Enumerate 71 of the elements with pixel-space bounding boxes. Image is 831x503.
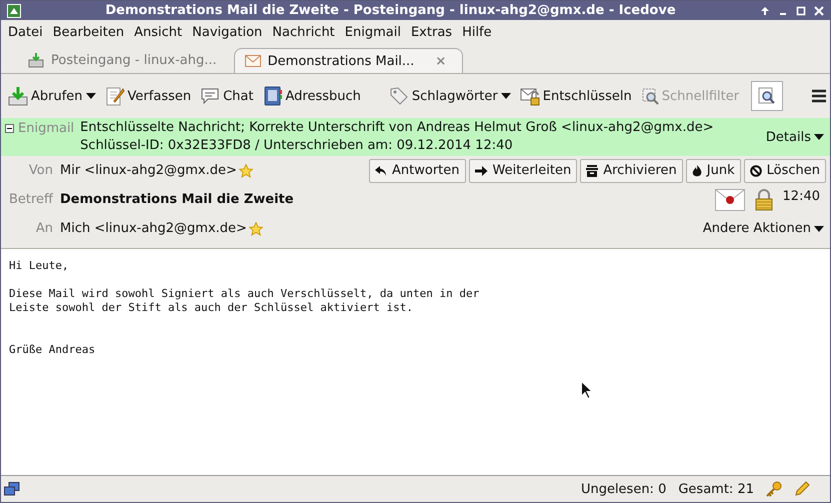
action-button[interactable]: Antworten xyxy=(369,158,466,182)
close-icon[interactable] xyxy=(814,6,824,16)
key-icon xyxy=(766,481,782,497)
menu-item[interactable]: Hilfe xyxy=(457,25,497,40)
tab[interactable]: Demonstrations Mail... × xyxy=(234,48,464,73)
flame-icon xyxy=(692,164,702,176)
envelope-lock-icon xyxy=(520,86,540,106)
tags-button[interactable]: Schlagwörter xyxy=(386,84,514,108)
more-actions-button[interactable]: Andere Aktionen xyxy=(700,221,826,236)
action-button[interactable]: Weiterleiten xyxy=(468,158,578,182)
menu-item[interactable]: Navigation xyxy=(187,25,268,40)
forward-icon xyxy=(474,164,488,176)
collapse-icon[interactable] xyxy=(5,124,14,133)
network-icon xyxy=(4,482,20,496)
chat-icon xyxy=(200,86,220,106)
mouse-pointer-icon xyxy=(581,381,593,399)
details-button[interactable]: Details xyxy=(764,130,826,144)
sender-address[interactable]: Mir <linux-ahg2@gmx.de> xyxy=(60,163,237,178)
action-button[interactable]: Archivieren xyxy=(580,158,683,182)
menu-item[interactable]: Enigmail xyxy=(340,25,406,40)
filter-icon xyxy=(640,87,659,105)
search-field[interactable] xyxy=(751,81,784,111)
app-icon xyxy=(7,4,21,18)
dropdown-arrow-icon xyxy=(814,134,824,140)
compose-icon xyxy=(104,86,125,106)
message-body: Hi Leute, Diese Mail wird sowohl Signiert als auch Verschlüsselt, da unten in der Leiste sowohl der Stift als auch der Schlüssel aktiviert ist. Grüße Andreas xyxy=(9,259,480,357)
address-book-icon xyxy=(262,86,282,106)
download-icon xyxy=(8,86,28,106)
action-button[interactable]: Junk xyxy=(686,158,741,182)
menu-item[interactable]: Datei xyxy=(3,25,48,40)
dropdown-arrow-icon xyxy=(814,226,824,232)
star-icon[interactable] xyxy=(238,164,253,178)
time-text: 12:40 xyxy=(782,188,820,204)
unread-count: Ungelesen: 0 xyxy=(580,482,666,496)
envelope-icon xyxy=(244,55,261,67)
search-icon xyxy=(758,87,776,105)
to-label: An xyxy=(34,221,53,236)
dropdown-arrow-icon xyxy=(86,93,96,99)
maximize-icon[interactable] xyxy=(796,6,806,16)
recipient-address[interactable]: Mich <linux-ahg2@gmx.de> xyxy=(60,221,247,236)
toolbar-button[interactable]: Chat xyxy=(197,84,256,108)
reply-icon xyxy=(375,164,388,176)
menu-icon[interactable] xyxy=(812,89,826,103)
dropdown-arrow-icon xyxy=(500,93,511,99)
toolbar-button[interactable]: Verfassen xyxy=(102,84,194,108)
status-message: Entschlüsselte Nachricht; Korrekte Unterschrift von Andreas Helmut Groß <linux-ahg2@gmx.de> xyxy=(80,119,715,137)
inbox-icon xyxy=(28,52,44,68)
keep-above-icon[interactable] xyxy=(760,6,770,16)
key-info: Schlüssel-ID: 0x32E33FD8 / Unterschrieben am: 09.12.2014 12:40 xyxy=(80,137,514,155)
action-button[interactable]: Löschen xyxy=(744,158,826,182)
menu-item[interactable]: Nachricht xyxy=(267,25,340,40)
toolbar-button[interactable]: Abrufen xyxy=(5,84,99,108)
tab[interactable]: Posteingang - linux-ahg... xyxy=(15,47,230,73)
toolbar-button[interactable]: Entschlüsseln xyxy=(516,84,635,108)
menu-item[interactable]: Extras xyxy=(406,25,458,40)
total-count: Gesamt: 21 xyxy=(678,482,754,496)
archive-icon xyxy=(586,164,598,176)
subject-label: Betreff xyxy=(8,192,53,207)
toolbar-button[interactable]: Adressbuch xyxy=(260,84,364,108)
window-title: Demonstrations Mail die Zweite - Posteingang - linux-ahg2@gmx.de - Icedove xyxy=(104,3,677,18)
subject-text: Demonstrations Mail die Zweite xyxy=(60,192,294,207)
star-icon[interactable] xyxy=(248,222,263,236)
pencil-icon xyxy=(794,481,810,497)
padlock-icon xyxy=(754,188,773,210)
sealed-envelope-icon xyxy=(714,188,745,210)
menu-item[interactable]: Bearbeiten xyxy=(48,25,130,40)
enigmail-label: Enigmail xyxy=(18,121,74,136)
menu-item[interactable]: Ansicht xyxy=(129,25,188,40)
no-entry-icon xyxy=(750,164,762,176)
from-label: Von xyxy=(28,163,53,178)
tag-icon xyxy=(388,86,409,106)
